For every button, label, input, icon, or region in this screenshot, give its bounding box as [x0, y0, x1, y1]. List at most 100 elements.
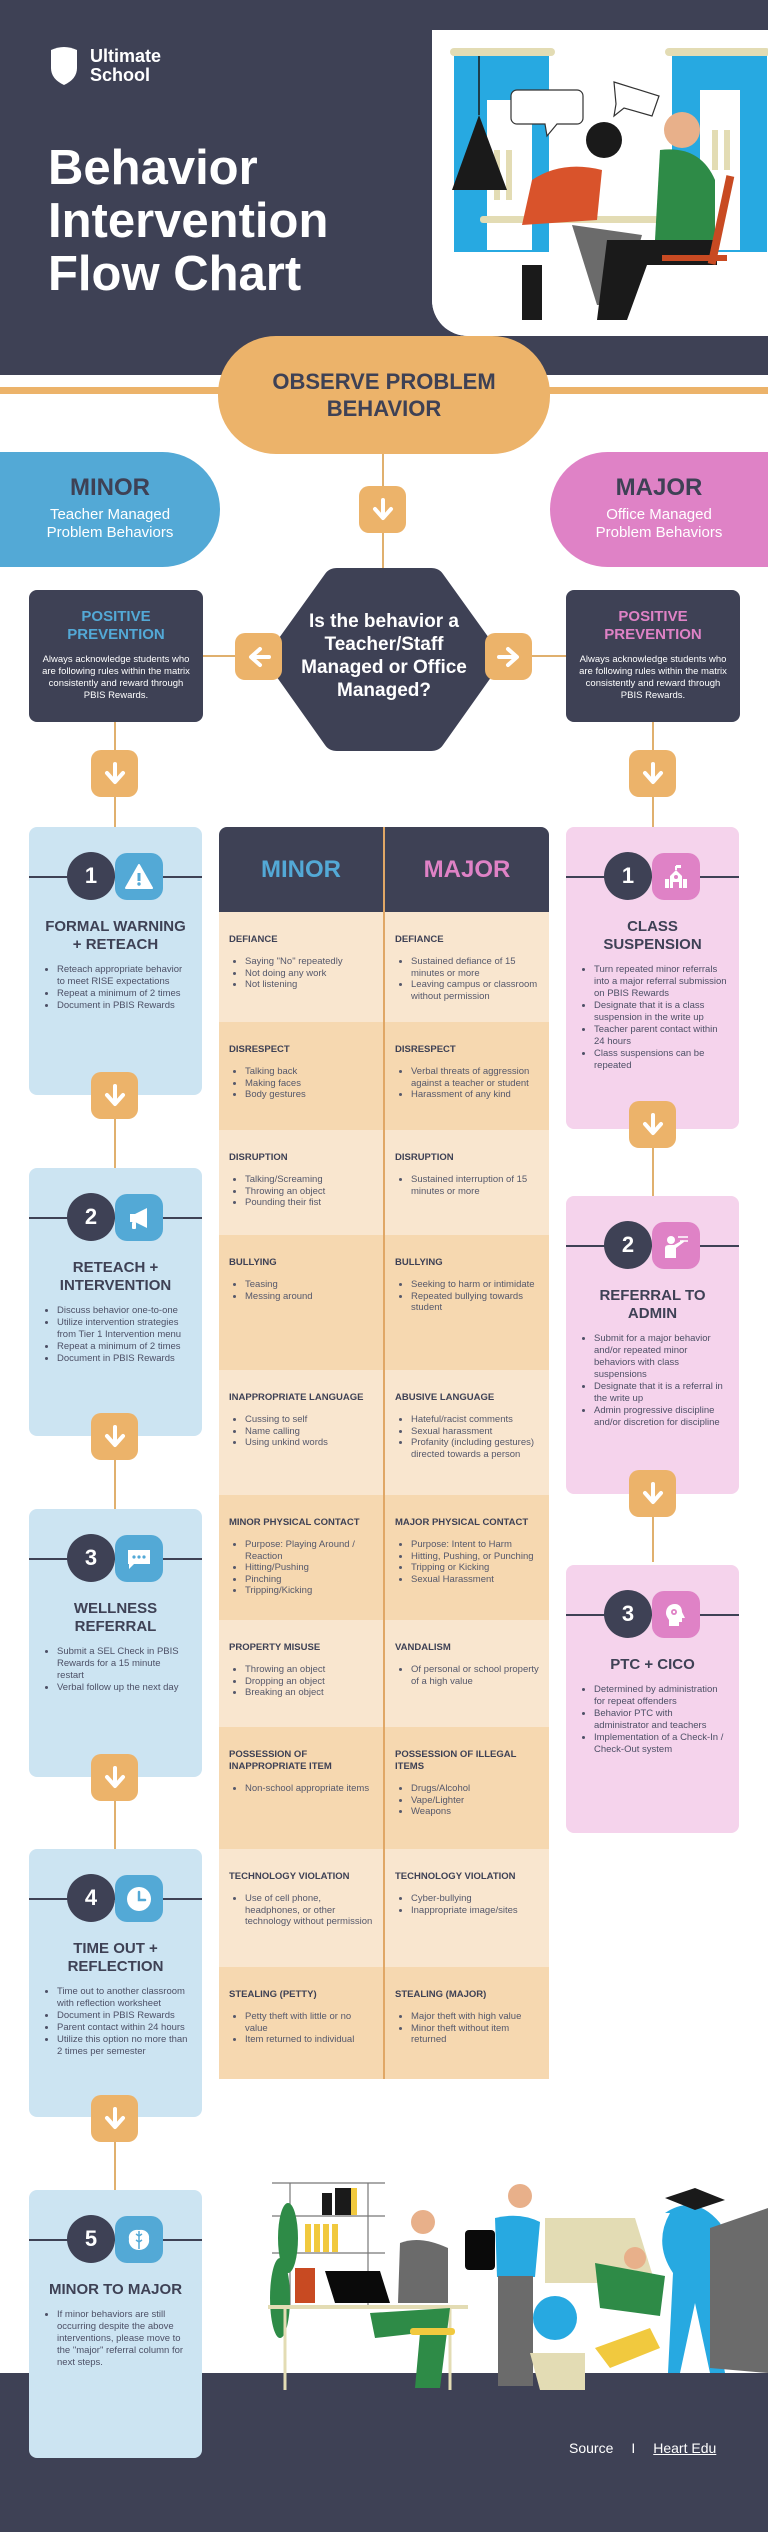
behavior-category: ABUSIVE LANGUAGE [395, 1392, 495, 1403]
step-bullets: Discuss behavior one-to-one Utilize inte… [41, 1305, 190, 1365]
brand-name: Ultimate School [90, 47, 161, 85]
prevention-title: POSITIVE PREVENTION [604, 608, 702, 643]
down-arrow-button[interactable] [91, 750, 138, 797]
behavior-item: Use of cell phone, headphones, or other … [245, 1893, 373, 1928]
source-label: Source [569, 2440, 614, 2456]
table-cell-minor: DEFIANCE Saying "No" repeatedlyNot doing … [219, 912, 383, 1022]
behavior-item: Petty theft with little or no value [245, 2011, 373, 2034]
table-cell-major: DISRUPTION Sustained interruption of 15 m… [383, 1130, 549, 1235]
behavior-item: Verbal threats of aggression against a t… [411, 1066, 539, 1089]
table-cell-major: MAJOR PHYSICAL CONTACT Purpose: Intent to… [383, 1495, 549, 1620]
behavior-category: TECHNOLOGY VIOLATION [395, 1871, 516, 1882]
shield-icon [51, 47, 77, 85]
arrow-right-icon [496, 646, 519, 667]
behavior-item: Talking back [245, 1066, 373, 1078]
behavior-list: Talking/ScreamingThrowing an objectPound… [229, 1174, 373, 1209]
minor-category-pill: MINOR Teacher Managed Problem Behaviors [0, 452, 220, 567]
minor-step-card-4: 4 TIME OUT + REFLECTION Time out to anot… [29, 1849, 202, 2117]
step-bullet: Document in PBIS Rewards [57, 1000, 190, 1012]
down-arrow-button[interactable] [629, 1101, 676, 1148]
people-talking-illustration [432, 30, 768, 336]
chat-bubble-icon [115, 1535, 163, 1582]
behavior-item: Major theft with high value [411, 2011, 539, 2023]
table-cell-major: DEFIANCE Sustained defiance of 15 minutes… [383, 912, 549, 1022]
behavior-list: TeasingMessing around [229, 1279, 373, 1302]
behavior-item: Inappropriate image/sites [411, 1905, 539, 1917]
behavior-category: BULLYING [229, 1257, 277, 1268]
table-row: PROPERTY MISUSE Throwing an objectDroppin… [219, 1620, 549, 1727]
major-pill-subtitle-2: Problem Behaviors [595, 524, 723, 541]
behavior-item: Repeated bullying towards student [411, 1291, 539, 1314]
step-bullet: If minor behaviors are still occurring d… [57, 2309, 190, 2369]
behavior-list: Non-school appropriate items [229, 1783, 373, 1795]
major-pill-title: MAJOR [615, 474, 703, 501]
behavior-item: Minor theft without item returned [411, 2023, 539, 2046]
step-bullet: Designate that it is a class suspension … [594, 1000, 727, 1024]
title-line-2: Intervention [48, 194, 329, 248]
down-arrow-button[interactable] [91, 1072, 138, 1119]
behavior-item: Leaving campus or classroom without perm… [411, 979, 539, 1002]
behavior-item: Using unkind words [245, 1437, 373, 1449]
behavior-item: Messing around [245, 1291, 373, 1303]
behavior-list: Seeking to harm or intimidateRepeated bu… [395, 1279, 539, 1314]
major-step-card-2: 2 REFERRAL TO ADMIN Submit for a major b… [566, 1196, 739, 1494]
behavior-item: Profanity (including gestures) directed … [411, 1437, 539, 1460]
behavior-category: DEFIANCE [395, 934, 444, 945]
behavior-list: Verbal threats of aggression against a t… [395, 1066, 539, 1101]
prevention-title: POSITIVE PREVENTION [67, 608, 165, 643]
school-icon [652, 853, 700, 900]
source-link[interactable]: Heart Edu [653, 2440, 716, 2456]
arrow-down-icon [104, 1424, 125, 1447]
down-arrow-button[interactable] [91, 1754, 138, 1801]
left-arrow-button[interactable] [235, 633, 282, 680]
step-bullet: Turn repeated minor referrals into a maj… [594, 964, 727, 1000]
table-row: BULLYING TeasingMessing around BULLYING See… [219, 1235, 549, 1370]
step-bullets: Turn repeated minor referrals into a maj… [578, 964, 727, 1072]
behavior-item: Hitting, Pushing, or Punching [411, 1551, 539, 1563]
down-arrow-button[interactable] [629, 1470, 676, 1517]
step-number: 5 [67, 2215, 115, 2263]
step-number: 4 [67, 1874, 115, 1922]
table-cell-minor: POSSESSION OF INAPPROPRIATE ITEM Non-scho… [219, 1727, 383, 1849]
behavior-item: Non-school appropriate items [245, 1783, 373, 1795]
behavior-item: Tripping/Kicking [245, 1585, 373, 1597]
step-title: REFERRAL TO ADMIN [599, 1287, 706, 1322]
step-bullets: Determined by administration for repeat … [578, 1684, 727, 1756]
minor-pill-subtitle-2: Problem Behaviors [46, 524, 174, 541]
table-row: POSSESSION OF INAPPROPRIATE ITEM Non-scho… [219, 1727, 549, 1849]
arrow-down-icon [642, 1481, 663, 1504]
step-number: 2 [67, 1193, 115, 1241]
step-title: CLASS SUSPENSION [603, 918, 702, 953]
title-line-1: Behavior [48, 141, 258, 195]
behavior-item: Pounding their fist [245, 1197, 373, 1209]
step-bullet: Teacher parent contact within 24 hours [594, 1024, 727, 1048]
minor-step-card-5: 5 MINOR TO MAJOR If minor behaviors are … [29, 2190, 202, 2458]
behavior-list: Purpose: Playing Around / ReactionHittin… [229, 1539, 373, 1597]
minor-pill-subtitle-1: Teacher Managed [49, 506, 171, 523]
behavior-category: MINOR PHYSICAL CONTACT [229, 1517, 360, 1528]
behavior-category: STEALING (MAJOR) [395, 1989, 487, 2000]
behavior-item: Sustained defiance of 15 minutes or more [411, 956, 539, 979]
down-arrow-button[interactable] [91, 1413, 138, 1460]
right-arrow-button[interactable] [485, 633, 532, 680]
behavior-category: BULLYING [395, 1257, 443, 1268]
major-category-pill: MAJOR Office Managed Problem Behaviors [550, 452, 768, 567]
logo: Ultimate School [48, 46, 161, 86]
step-number: 3 [67, 1534, 115, 1582]
behavior-list: Of personal or school property of a high… [395, 1664, 539, 1687]
step-number: 3 [604, 1590, 652, 1638]
step-title: MINOR TO MAJOR [48, 2281, 183, 2298]
table-cell-major: POSSESSION OF ILLEGAL ITEMS Drugs/Alcohol… [383, 1727, 549, 1849]
behavior-item: Making faces [245, 1078, 373, 1090]
behavior-list: Throwing an objectDropping an objectBrea… [229, 1664, 373, 1699]
behavior-list: Cyber-bullyingInappropriate image/sites [395, 1893, 539, 1916]
down-arrow-button[interactable] [91, 2095, 138, 2142]
behavior-list: Sustained defiance of 15 minutes or more… [395, 956, 539, 1002]
step-bullets: If minor behaviors are still occurring d… [41, 2309, 190, 2369]
behavior-item: Cussing to self [245, 1414, 373, 1426]
step-title: WELLNESS REFERRAL [73, 1600, 158, 1635]
down-arrow-button[interactable] [359, 486, 406, 533]
down-arrow-button[interactable] [629, 750, 676, 797]
behavior-list: Cussing to selfName callingUsing unkind … [229, 1414, 373, 1449]
behavior-item: Item returned to individual [245, 2034, 373, 2046]
